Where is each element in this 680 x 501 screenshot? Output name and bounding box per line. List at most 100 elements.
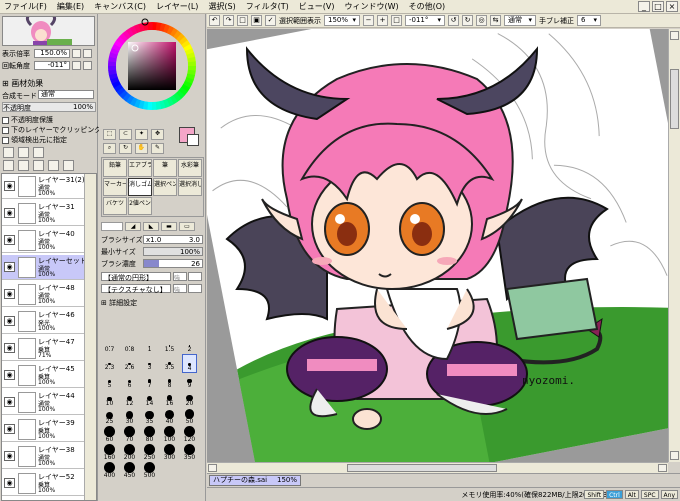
brush-size-preset[interactable]: 250 bbox=[142, 444, 157, 461]
clear-layer-icon[interactable] bbox=[33, 160, 44, 171]
menu-canvas[interactable]: キャンバス(C) bbox=[94, 1, 146, 12]
brush-size-preset[interactable]: 3.5 bbox=[162, 354, 177, 371]
brush-size-preset[interactable]: 6 bbox=[122, 372, 137, 389]
brush-size-preset[interactable]: 2.3 bbox=[102, 354, 117, 371]
brush-size-preset[interactable]: 120 bbox=[182, 426, 197, 443]
layer-row[interactable]: ◉ レイヤー31 通常 100% bbox=[2, 201, 85, 226]
tool-tabs-1[interactable]: エアブラシ bbox=[128, 159, 152, 177]
brush-shape-strength[interactable]: 強 bbox=[173, 272, 187, 282]
tool-tabs-3[interactable]: 水彩筆 bbox=[178, 159, 202, 177]
eye-icon[interactable]: ◉ bbox=[4, 262, 15, 272]
layer-settings-icon[interactable] bbox=[63, 160, 74, 171]
brush-size-preset[interactable]: 60 bbox=[102, 426, 117, 443]
brush-size-preset[interactable]: 30 bbox=[122, 408, 137, 425]
background-color-swatch[interactable] bbox=[187, 134, 199, 146]
eye-icon[interactable]: ◉ bbox=[4, 289, 15, 299]
brush-edge-1[interactable]: ◢ bbox=[125, 222, 141, 231]
brush-size-preset[interactable]: 9 bbox=[182, 372, 197, 389]
rotate-left-icon[interactable]: ↺ bbox=[448, 15, 459, 26]
opacity-slider[interactable]: 不透明度 100% bbox=[2, 102, 96, 112]
folder-icon[interactable] bbox=[33, 147, 44, 158]
document-tab[interactable]: ハプチーの森.sai 150% bbox=[209, 475, 301, 486]
brush-size-preset[interactable]: 14 bbox=[142, 390, 157, 407]
layer-row[interactable]: ◉ レイヤー31(2) 通常 100% bbox=[2, 174, 85, 199]
texture-select[interactable]: 【テクスチャなし】 bbox=[101, 284, 171, 294]
magic-wand-icon[interactable]: ✦ bbox=[135, 129, 148, 140]
brush-edge-3[interactable]: ▬ bbox=[161, 222, 177, 231]
scroll-left-icon[interactable] bbox=[208, 464, 217, 472]
transfer-down-icon[interactable] bbox=[3, 160, 14, 171]
brush-size-preset[interactable]: 50 bbox=[182, 408, 197, 425]
brush-edge-flat[interactable] bbox=[101, 222, 123, 231]
undo-icon[interactable]: ↶ bbox=[209, 15, 220, 26]
tool-row2-0[interactable]: マーカー bbox=[103, 178, 127, 196]
marquee-icon[interactable]: ⊂ bbox=[119, 129, 132, 140]
brush-size-preset[interactable]: 300 bbox=[162, 444, 177, 461]
brush-size-preset[interactable]: 4 bbox=[182, 354, 197, 373]
vertical-scrollbar[interactable] bbox=[668, 29, 680, 462]
detail-settings-toggle[interactable]: ⊞ 詳細設定 bbox=[101, 298, 137, 308]
brush-size-preset[interactable]: 0.8 bbox=[122, 336, 137, 353]
brush-size-preset[interactable]: 35 bbox=[142, 408, 157, 425]
eyedropper-icon[interactable]: ✎ bbox=[151, 143, 164, 154]
tool-tabs-2[interactable]: 筆 bbox=[153, 159, 177, 177]
brush-size-preset[interactable]: 40 bbox=[162, 408, 177, 425]
brush-shape-select[interactable]: 【通常の円形】 bbox=[101, 272, 171, 282]
move-icon[interactable]: ✥ bbox=[151, 129, 164, 140]
menu-filter[interactable]: フィルタ(T) bbox=[246, 1, 289, 12]
zoom-in-icon[interactable]: + bbox=[377, 15, 388, 26]
horizontal-scrollbar[interactable] bbox=[207, 462, 668, 473]
brush-size-preset[interactable]: 450 bbox=[122, 462, 137, 479]
tool-row2-2[interactable]: 選択ペン bbox=[153, 178, 177, 196]
layer-scrollbar[interactable] bbox=[84, 174, 96, 500]
layer-row[interactable]: ◉ レイヤー48 通常 100% bbox=[2, 282, 85, 307]
vertical-scroll-thumb[interactable] bbox=[670, 69, 679, 129]
color-wheel[interactable] bbox=[99, 16, 205, 116]
brush-size-preset[interactable]: 1 bbox=[142, 336, 157, 353]
tool-row3-0[interactable]: バケツ bbox=[103, 197, 127, 215]
brush-size-preset[interactable]: 16 bbox=[162, 390, 177, 407]
rotate-left-button[interactable] bbox=[72, 61, 81, 70]
scroll-up-icon[interactable] bbox=[670, 31, 679, 40]
material-effect-section[interactable]: ⊞ 画材効果 bbox=[2, 78, 43, 89]
density-slider[interactable]: 26 bbox=[143, 259, 203, 268]
layer-row[interactable]: ◉ レイヤー52 乗算 100% bbox=[2, 471, 85, 496]
brush-size-preset[interactable]: 7 bbox=[142, 372, 157, 389]
horizontal-scroll-thumb[interactable] bbox=[347, 464, 497, 472]
layer-row[interactable]: ◉ レイヤーセット6... 通常 100% bbox=[2, 255, 96, 280]
eye-icon[interactable]: ◉ bbox=[4, 397, 15, 407]
eye-icon[interactable]: ◉ bbox=[4, 343, 15, 353]
redo-icon[interactable]: ↷ bbox=[223, 15, 234, 26]
zoom-out-button[interactable] bbox=[72, 49, 81, 58]
maximize-icon[interactable]: □ bbox=[652, 1, 664, 12]
rotate-reset-icon[interactable]: ◎ bbox=[476, 15, 487, 26]
rotate-right-button[interactable] bbox=[83, 61, 92, 70]
brush-size-preset[interactable]: 2 bbox=[182, 336, 197, 353]
brush-size-preset[interactable]: 100 bbox=[162, 426, 177, 443]
menu-file[interactable]: ファイル(F) bbox=[4, 1, 47, 12]
zoom-input[interactable]: 150.0% bbox=[34, 49, 70, 58]
blend-mode-select[interactable]: 通常 bbox=[38, 90, 94, 99]
zoom-reset-icon[interactable]: □ bbox=[391, 15, 402, 26]
select-source-checkbox[interactable]: 領域検出元に指定 bbox=[2, 135, 67, 145]
layer-row[interactable]: ◉ レイヤー45 乗算 100% bbox=[2, 363, 85, 388]
tool-tabs-0[interactable]: 鉛筆 bbox=[103, 159, 127, 177]
layer-row[interactable]: ◉ レイヤー40 通常 100% bbox=[2, 228, 85, 253]
zoom-select[interactable]: 150% ▾ bbox=[324, 15, 360, 26]
checkbox-select-view[interactable]: ✓ bbox=[265, 15, 276, 26]
rotation-select[interactable]: -011° ▾ bbox=[405, 15, 445, 26]
brush-size-preset[interactable]: 20 bbox=[182, 390, 197, 407]
layer-row[interactable]: ◉ レイヤー46 発光 100% bbox=[2, 309, 85, 334]
brush-size-preset[interactable]: 8 bbox=[162, 372, 177, 389]
merge-down-icon[interactable] bbox=[18, 160, 29, 171]
minimize-icon[interactable]: _ bbox=[638, 1, 650, 12]
layer-row[interactable]: ◉ レイヤー39 乗算 100% bbox=[2, 417, 85, 442]
brush-size-preset[interactable]: 400 bbox=[102, 462, 117, 479]
angle-input[interactable]: -011° bbox=[34, 61, 70, 70]
brush-shape-amount[interactable] bbox=[188, 272, 202, 281]
canvas-area[interactable]: nyozomi. bbox=[207, 29, 668, 462]
navigator-thumbnail[interactable] bbox=[2, 16, 95, 46]
protect-opacity-checkbox[interactable]: 不透明度保護 bbox=[2, 115, 53, 125]
zoom-in-button[interactable] bbox=[83, 49, 92, 58]
hand-icon[interactable]: ✋ bbox=[135, 143, 148, 154]
